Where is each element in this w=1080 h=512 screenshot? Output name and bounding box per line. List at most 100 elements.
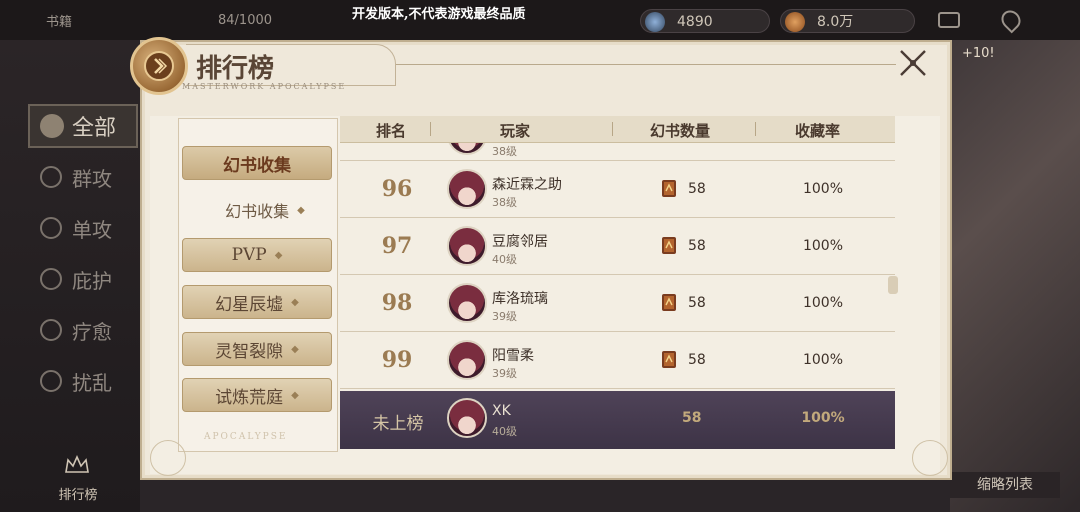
background-character-art	[950, 0, 1080, 512]
header-book-count: 幻书数量	[650, 122, 711, 140]
tab-trial-court-label: 试炼荒庭	[215, 387, 284, 408]
table-row[interactable]: 97 豆腐邻居 40级 58 100%	[340, 219, 895, 275]
disrupt-icon	[40, 370, 62, 392]
aoe-icon	[40, 166, 62, 188]
header-divider	[755, 122, 756, 136]
all-filter-icon	[40, 114, 64, 138]
avatar[interactable]	[447, 169, 487, 209]
tab-star-ruins-label: 幻星辰墟	[215, 294, 284, 315]
tab-pvp[interactable]: PVP ◆	[182, 238, 332, 272]
bonus-badge: +10!	[962, 46, 995, 61]
filter-protect[interactable]: 庇护	[40, 264, 135, 294]
corner-ornament	[912, 440, 948, 476]
book-icon	[662, 351, 676, 368]
filter-single[interactable]: 单攻	[40, 213, 135, 243]
title-divider	[396, 64, 896, 65]
compact-list-button[interactable]: 缩略列表	[950, 472, 1060, 498]
currency-crystal[interactable]: 4890	[640, 9, 770, 33]
book-icon	[662, 180, 676, 197]
subtab-book-collection[interactable]: 幻书收集 ◆	[200, 196, 330, 224]
self-player-level: 40级	[492, 425, 517, 438]
player-level: 40级	[492, 253, 517, 266]
filter-disrupt[interactable]: 扰乱	[40, 366, 135, 396]
top-left-label: 书籍	[46, 15, 73, 30]
crown-icon[interactable]	[63, 454, 91, 476]
row-rank: 97	[381, 233, 413, 259]
tab-pvp-label: PVP	[231, 245, 267, 265]
diamond-icon: ◆	[291, 296, 299, 308]
shield-icon	[40, 268, 62, 290]
book-count: 58	[688, 352, 706, 368]
book-icon	[662, 294, 676, 311]
heal-icon	[40, 319, 62, 341]
collect-rate: 100%	[802, 295, 844, 311]
player-level: 39级	[492, 310, 517, 323]
player-name: 森近霖之助	[492, 177, 562, 193]
scroll-handle[interactable]	[888, 276, 898, 294]
single-target-icon	[40, 217, 62, 239]
row-rank: 98	[381, 290, 413, 316]
collect-rate: 100%	[802, 352, 844, 368]
panel-title: 排行榜	[196, 54, 275, 84]
filter-heal[interactable]: 疗愈	[40, 315, 135, 345]
player-name: 豆腐邻居	[492, 234, 548, 250]
self-book-count: 58	[682, 410, 702, 426]
player-level: 38级	[492, 196, 517, 209]
tab-rift-label: 灵智裂隙	[215, 341, 284, 362]
close-icon[interactable]	[896, 46, 930, 80]
gold-coin-icon	[785, 12, 805, 32]
avatar[interactable]	[447, 398, 487, 438]
panel-subtitle: MASTERWORK APOCALYPSE	[182, 82, 347, 91]
player-level: 38级	[492, 145, 517, 158]
filter-all-button[interactable]: 全部	[28, 104, 138, 148]
self-rank-row[interactable]: 未上榜 XK 40级 58 100%	[340, 391, 895, 449]
table-row[interactable]: 98 库洛琉璃 39级 58 100%	[340, 276, 895, 332]
dev-version-notice: 开发版本,不代表游戏最终品质	[352, 7, 526, 22]
header-divider	[612, 122, 613, 136]
table-header: 排名 玩家 幻书数量 收藏率	[340, 116, 895, 143]
currency-gold[interactable]: 8.0万	[780, 9, 915, 33]
currency-crystal-value: 4890	[677, 14, 713, 30]
tab-book-collection[interactable]: 幻书收集	[182, 146, 332, 180]
avatar[interactable]	[447, 340, 487, 380]
collect-rate: 100%	[802, 181, 844, 197]
leaderboard-nav-label[interactable]: 排行榜	[50, 484, 106, 503]
crystal-icon	[645, 12, 665, 32]
avatar[interactable]	[447, 283, 487, 323]
diamond-icon: ◆	[274, 249, 283, 261]
diamond-icon: ◆	[297, 204, 305, 216]
filter-heal-label: 疗愈	[72, 319, 112, 344]
tab-rift[interactable]: 灵智裂隙 ◆	[182, 332, 332, 366]
filter-single-label: 单攻	[72, 217, 112, 242]
mail-icon[interactable]	[938, 12, 960, 28]
book-count: 58	[688, 295, 706, 311]
book-icon	[662, 237, 676, 254]
filter-aoe[interactable]: 群攻	[40, 162, 135, 192]
subtab-label: 幻书收集	[225, 202, 290, 221]
filter-aoe-label: 群攻	[72, 166, 112, 191]
self-player-name: XK	[492, 403, 511, 419]
book-count: 58	[688, 238, 706, 254]
header-rank: 排名	[376, 122, 407, 140]
table-row[interactable]: 99 阳雪柔 39级 58 100%	[340, 333, 895, 389]
filter-protect-label: 庇护	[72, 268, 112, 293]
capacity-counter: 84/1000	[218, 13, 273, 28]
corner-ornament	[150, 440, 186, 476]
top-bar	[0, 0, 1080, 40]
tab-book-collection-label: 幻书收集	[223, 155, 291, 176]
tab-star-ruins[interactable]: 幻星辰墟 ◆	[182, 285, 332, 319]
diamond-icon: ◆	[291, 389, 299, 401]
tab-trial-court[interactable]: 试炼荒庭 ◆	[182, 378, 332, 412]
row-rank: 99	[381, 347, 413, 373]
diamond-icon: ◆	[291, 343, 299, 355]
currency-gold-value: 8.0万	[817, 14, 854, 30]
player-name: 阳雪柔	[492, 348, 534, 364]
row-rank: 96	[381, 176, 413, 202]
table-row-partial[interactable]: 38级	[340, 143, 895, 161]
avatar[interactable]	[447, 226, 487, 266]
book-count: 58	[688, 181, 706, 197]
arrow-emblem-icon	[144, 51, 174, 81]
table-row[interactable]: 96 森近霖之助 38级 58 100%	[340, 162, 895, 218]
background-sidebar	[0, 0, 140, 512]
player-name: 库洛琉璃	[492, 291, 548, 307]
